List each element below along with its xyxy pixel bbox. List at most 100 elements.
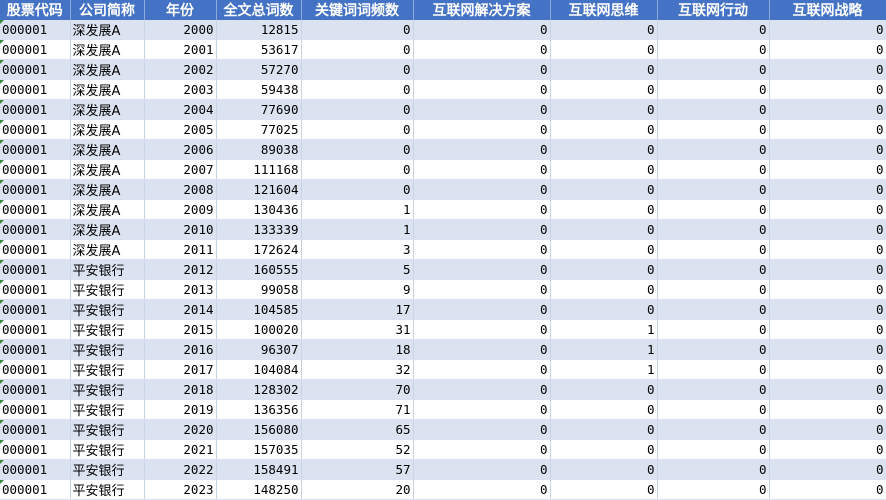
keyword-freq-cell[interactable]: 0 <box>301 179 414 200</box>
total-words-cell[interactable]: 89038 <box>216 139 302 160</box>
internet-strategy-cell[interactable]: 0 <box>769 119 886 140</box>
internet-strategy-cell[interactable]: 0 <box>769 259 886 280</box>
internet-action-cell[interactable]: 0 <box>657 259 770 280</box>
header-total-words[interactable]: 全文总词数 <box>216 0 302 20</box>
header-company-name[interactable]: 公司简称 <box>70 0 145 20</box>
keyword-freq-cell[interactable]: 3 <box>301 239 414 260</box>
internet-thinking-cell[interactable]: 0 <box>550 459 658 480</box>
stock-code-cell[interactable]: 000001 <box>0 59 71 80</box>
stock-code-cell[interactable]: 000001 <box>0 20 71 40</box>
keyword-freq-cell[interactable]: 0 <box>301 159 414 180</box>
year-cell[interactable]: 2022 <box>144 459 217 480</box>
keyword-freq-cell[interactable]: 71 <box>301 399 414 420</box>
total-words-cell[interactable]: 96307 <box>216 339 302 360</box>
company-name-cell[interactable]: 深发展A <box>70 20 145 40</box>
company-name-cell[interactable]: 深发展A <box>70 119 145 140</box>
internet-strategy-cell[interactable]: 0 <box>769 179 886 200</box>
company-name-cell[interactable]: 深发展A <box>70 139 145 160</box>
total-words-cell[interactable]: 57270 <box>216 59 302 80</box>
internet-solution-cell[interactable]: 0 <box>413 199 551 220</box>
stock-code-cell[interactable]: 000001 <box>0 99 71 120</box>
year-cell[interactable]: 2009 <box>144 199 217 220</box>
stock-code-cell[interactable]: 000001 <box>0 119 71 140</box>
header-keyword-freq[interactable]: 关键词词频数 <box>301 0 414 20</box>
internet-thinking-cell[interactable]: 0 <box>550 239 658 260</box>
stock-code-cell[interactable]: 000001 <box>0 199 71 220</box>
internet-strategy-cell[interactable]: 0 <box>769 319 886 340</box>
stock-code-cell[interactable]: 000001 <box>0 339 71 360</box>
company-name-cell[interactable]: 平安银行 <box>70 459 145 480</box>
internet-action-cell[interactable]: 0 <box>657 179 770 200</box>
stock-code-cell[interactable]: 000001 <box>0 479 71 500</box>
internet-solution-cell[interactable]: 0 <box>413 20 551 40</box>
internet-strategy-cell[interactable]: 0 <box>769 459 886 480</box>
internet-thinking-cell[interactable]: 0 <box>550 159 658 180</box>
total-words-cell[interactable]: 99058 <box>216 279 302 300</box>
internet-action-cell[interactable]: 0 <box>657 119 770 140</box>
internet-strategy-cell[interactable]: 0 <box>769 219 886 240</box>
total-words-cell[interactable]: 160555 <box>216 259 302 280</box>
internet-action-cell[interactable]: 0 <box>657 20 770 40</box>
total-words-cell[interactable]: 59438 <box>216 79 302 100</box>
internet-solution-cell[interactable]: 0 <box>413 379 551 400</box>
year-cell[interactable]: 2001 <box>144 39 217 60</box>
internet-solution-cell[interactable]: 0 <box>413 119 551 140</box>
internet-thinking-cell[interactable]: 0 <box>550 399 658 420</box>
internet-solution-cell[interactable]: 0 <box>413 239 551 260</box>
keyword-freq-cell[interactable]: 0 <box>301 99 414 120</box>
company-name-cell[interactable]: 平安银行 <box>70 279 145 300</box>
year-cell[interactable]: 2003 <box>144 79 217 100</box>
stock-code-cell[interactable]: 000001 <box>0 39 71 60</box>
stock-code-cell[interactable]: 000001 <box>0 259 71 280</box>
internet-strategy-cell[interactable]: 0 <box>769 419 886 440</box>
company-name-cell[interactable]: 深发展A <box>70 159 145 180</box>
keyword-freq-cell[interactable]: 31 <box>301 319 414 340</box>
internet-thinking-cell[interactable]: 0 <box>550 479 658 500</box>
stock-code-cell[interactable]: 000001 <box>0 359 71 380</box>
year-cell[interactable]: 2016 <box>144 339 217 360</box>
internet-thinking-cell[interactable]: 1 <box>550 359 658 380</box>
keyword-freq-cell[interactable]: 9 <box>301 279 414 300</box>
total-words-cell[interactable]: 104084 <box>216 359 302 380</box>
internet-strategy-cell[interactable]: 0 <box>769 239 886 260</box>
keyword-freq-cell[interactable]: 0 <box>301 20 414 40</box>
internet-action-cell[interactable]: 0 <box>657 79 770 100</box>
internet-action-cell[interactable]: 0 <box>657 359 770 380</box>
company-name-cell[interactable]: 深发展A <box>70 199 145 220</box>
internet-thinking-cell[interactable]: 1 <box>550 319 658 340</box>
internet-strategy-cell[interactable]: 0 <box>769 39 886 60</box>
total-words-cell[interactable]: 100020 <box>216 319 302 340</box>
internet-thinking-cell[interactable]: 0 <box>550 179 658 200</box>
internet-thinking-cell[interactable]: 0 <box>550 199 658 220</box>
stock-code-cell[interactable]: 000001 <box>0 79 71 100</box>
stock-code-cell[interactable]: 000001 <box>0 219 71 240</box>
total-words-cell[interactable]: 77690 <box>216 99 302 120</box>
internet-thinking-cell[interactable]: 0 <box>550 119 658 140</box>
company-name-cell[interactable]: 深发展A <box>70 219 145 240</box>
keyword-freq-cell[interactable]: 0 <box>301 119 414 140</box>
year-cell[interactable]: 2008 <box>144 179 217 200</box>
keyword-freq-cell[interactable]: 1 <box>301 199 414 220</box>
total-words-cell[interactable]: 53617 <box>216 39 302 60</box>
internet-strategy-cell[interactable]: 0 <box>769 59 886 80</box>
header-internet-solution[interactable]: 互联网解决方案 <box>413 0 551 20</box>
internet-solution-cell[interactable]: 0 <box>413 419 551 440</box>
internet-solution-cell[interactable]: 0 <box>413 219 551 240</box>
year-cell[interactable]: 2023 <box>144 479 217 500</box>
internet-strategy-cell[interactable]: 0 <box>769 479 886 500</box>
internet-action-cell[interactable]: 0 <box>657 239 770 260</box>
internet-thinking-cell[interactable]: 0 <box>550 139 658 160</box>
total-words-cell[interactable]: 104585 <box>216 299 302 320</box>
internet-solution-cell[interactable]: 0 <box>413 319 551 340</box>
total-words-cell[interactable]: 12815 <box>216 20 302 40</box>
year-cell[interactable]: 2014 <box>144 299 217 320</box>
year-cell[interactable]: 2000 <box>144 20 217 40</box>
internet-strategy-cell[interactable]: 0 <box>769 139 886 160</box>
year-cell[interactable]: 2011 <box>144 239 217 260</box>
internet-thinking-cell[interactable]: 0 <box>550 20 658 40</box>
internet-strategy-cell[interactable]: 0 <box>769 299 886 320</box>
internet-strategy-cell[interactable]: 0 <box>769 359 886 380</box>
internet-strategy-cell[interactable]: 0 <box>769 79 886 100</box>
company-name-cell[interactable]: 平安银行 <box>70 419 145 440</box>
internet-thinking-cell[interactable]: 0 <box>550 279 658 300</box>
